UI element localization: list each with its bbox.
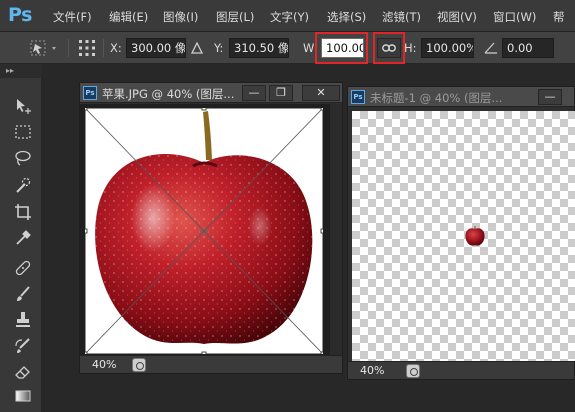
crop-tool-icon[interactable] <box>13 202 33 222</box>
apple-image <box>82 105 326 355</box>
menu-image[interactable]: 图像(I) <box>163 9 198 25</box>
y-label: Y: <box>214 41 224 55</box>
healing-brush-icon[interactable] <box>13 258 33 278</box>
stamp-icon[interactable] <box>13 310 33 330</box>
eyedropper-icon[interactable] <box>13 228 33 248</box>
lasso-tool-icon[interactable] <box>13 148 33 168</box>
reference-point-icon[interactable] <box>78 39 96 57</box>
menu-view[interactable]: 视图(V) <box>437 9 477 25</box>
brush-icon[interactable] <box>13 284 33 304</box>
small-apple-image <box>465 226 485 246</box>
menu-type[interactable]: 文字(Y) <box>270 9 309 25</box>
document-title-bar[interactable]: Ps 未标题-1 @ 40% (图层... — <box>348 87 574 107</box>
vertical-scrollbar[interactable] <box>330 104 342 355</box>
restore-button[interactable]: ❐ <box>269 85 293 101</box>
height-field[interactable]: 100.00% <box>421 38 474 58</box>
minimize-button[interactable]: — <box>242 85 266 101</box>
canvas-area[interactable] <box>80 104 342 355</box>
status-bar: 40% <box>348 361 574 379</box>
link-highlight-box <box>373 32 405 64</box>
width-highlight-box <box>315 32 368 64</box>
menu-bar: Ps 文件(F) 编辑(E) 图像(I) 图层(L) 文字(Y) 选择(S) 滤… <box>0 0 575 32</box>
document-window-apple: Ps 苹果.JPG @ 40% (图层... — ❐ ✕ 40% <box>79 82 343 374</box>
options-bar: X: 300.00 像 Y: 310.50 像 W: 100.00% H: 10… <box>0 32 575 64</box>
navigator-icon[interactable] <box>406 364 420 378</box>
navigator-icon[interactable] <box>132 358 146 372</box>
menu-file[interactable]: 文件(F) <box>53 9 92 25</box>
panel-collapse-grip[interactable]: ▸▸ <box>0 64 42 78</box>
separator <box>103 39 104 57</box>
menu-select[interactable]: 选择(S) <box>327 9 366 25</box>
separator <box>68 39 69 57</box>
zoom-level[interactable]: 40% <box>92 358 116 371</box>
document-title-bar[interactable]: Ps 苹果.JPG @ 40% (图层... — ❐ ✕ <box>80 83 342 103</box>
h-label: H: <box>404 41 417 55</box>
marquee-tool-icon[interactable] <box>13 122 33 142</box>
delta-icon[interactable] <box>191 42 203 54</box>
ps-document-icon: Ps <box>351 90 365 104</box>
apple-photo-canvas[interactable] <box>82 105 326 355</box>
history-brush-icon[interactable] <box>13 336 33 356</box>
x-position-field[interactable]: 300.00 像 <box>126 38 186 58</box>
rotate-angle-icon <box>484 42 497 54</box>
app-logo: Ps <box>8 4 32 26</box>
document-window-untitled: Ps 未标题-1 @ 40% (图层... — 40% <box>347 86 575 380</box>
ps-document-icon: Ps <box>83 86 97 100</box>
minimize-button[interactable]: — <box>538 89 562 105</box>
menu-help[interactable]: 帮 <box>553 9 565 25</box>
angle-field[interactable]: 0.00 <box>502 38 554 58</box>
close-button[interactable]: ✕ <box>302 85 340 101</box>
tools-panel: ▸▸ <box>0 64 42 412</box>
tool-preset-icon[interactable] <box>30 40 60 56</box>
menu-edit[interactable]: 编辑(E) <box>109 9 148 25</box>
transparent-canvas[interactable] <box>352 111 575 361</box>
eraser-icon[interactable] <box>13 362 33 382</box>
zoom-level[interactable]: 40% <box>360 364 384 377</box>
menu-window[interactable]: 窗口(W) <box>493 9 536 25</box>
menu-filter[interactable]: 滤镜(T) <box>382 9 421 25</box>
gradient-icon[interactable] <box>13 386 33 406</box>
y-position-field[interactable]: 310.50 像 <box>229 38 289 58</box>
document-title: 未标题-1 @ 40% (图层... <box>370 91 503 105</box>
document-title: 苹果.JPG @ 40% (图层... <box>102 87 235 101</box>
menu-layer[interactable]: 图层(L) <box>216 9 254 25</box>
x-label: X: <box>110 41 122 55</box>
status-bar: 40% <box>80 355 342 373</box>
quick-select-icon[interactable] <box>13 176 33 196</box>
move-tool-icon[interactable] <box>13 96 33 116</box>
